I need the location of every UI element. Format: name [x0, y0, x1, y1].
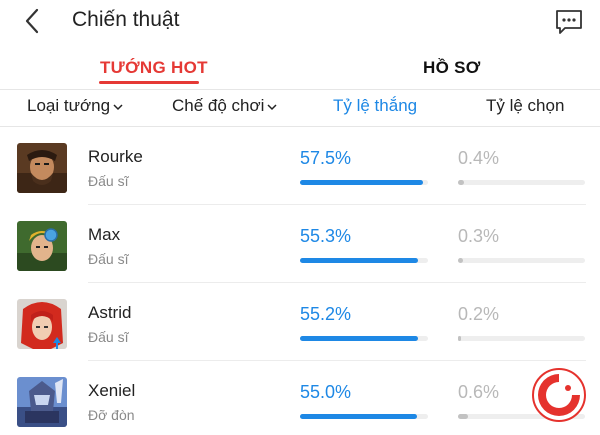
chevron-left-icon	[25, 8, 39, 34]
hero-type-filter[interactable]: Loại tướng	[27, 96, 123, 116]
game-mode-filter[interactable]: Chế độ chơi	[172, 96, 277, 116]
page-title: Chiến thuật	[72, 8, 180, 31]
hero-avatar-max	[17, 221, 67, 271]
hero-avatar-rourke	[17, 143, 67, 193]
pick-rate-value: 0.2%	[458, 304, 500, 324]
win-rate-bar-fill	[300, 258, 418, 263]
win-rate-value: 55.0%	[300, 382, 352, 402]
win-rate-bar-fill	[300, 180, 423, 185]
game-mode-filter-label: Chế độ chơi	[172, 96, 265, 115]
tab-profile[interactable]: HỒ SƠ	[423, 58, 481, 78]
win-rate-bar	[300, 336, 428, 341]
hero-avatar-astrid	[17, 299, 67, 349]
tab-hot-heroes[interactable]: TƯỚNG HOT	[100, 58, 208, 78]
chat-bubble-icon	[556, 10, 582, 34]
win-rate-value: 55.3%	[300, 226, 352, 246]
pick-rate-value: 0.3%	[458, 226, 500, 246]
pick-rate-bar	[458, 258, 585, 263]
hero-avatar-xeniel	[17, 377, 67, 427]
hero-role: Đỡ đòn	[88, 407, 135, 423]
hero-role: Đấu sĩ	[88, 329, 129, 345]
pick-rate-bar-fill	[458, 336, 462, 341]
pick-rate-value: 0.6%	[458, 382, 500, 402]
tab-bar: TƯỚNG HOT HỒ SƠ	[0, 56, 600, 86]
pick-rate-bar-fill	[458, 258, 463, 263]
active-tab-indicator	[99, 81, 199, 84]
win-rate-bar-fill	[300, 336, 418, 341]
hero-name: Max	[88, 225, 121, 244]
pick-rate-bar	[458, 336, 585, 341]
back-button[interactable]	[18, 6, 48, 36]
hero-role: Đấu sĩ	[88, 173, 129, 189]
top-bar: Chiến thuật	[0, 0, 600, 44]
hero-role: Đấu sĩ	[88, 251, 129, 267]
hero-row-max[interactable]: Max Đấu sĩ 55.3% 0.3%	[0, 205, 600, 283]
chevron-down-icon	[113, 103, 123, 110]
pick-rate-bar-fill	[458, 180, 465, 185]
win-rate-bar	[300, 414, 428, 419]
hero-name: Rourke	[88, 147, 143, 166]
filter-bar: Loại tướng Chế độ chơi Tỷ lệ thắng Tỷ lệ…	[0, 90, 600, 126]
hero-row-xeniel[interactable]: Xeniel Đỡ đòn 55.0% 0.6%	[0, 361, 600, 435]
hero-row-astrid[interactable]: Astrid Đấu sĩ 55.2% 0.2%	[0, 283, 600, 361]
sort-win-rate[interactable]: Tỷ lệ thắng	[333, 96, 417, 116]
hero-type-filter-label: Loại tướng	[27, 96, 111, 115]
win-rate-value: 55.2%	[300, 304, 352, 324]
chevron-down-icon	[267, 103, 277, 110]
win-rate-bar	[300, 180, 428, 185]
watermark-logo-icon	[532, 368, 586, 422]
pick-rate-value: 0.4%	[458, 148, 500, 168]
pick-rate-bar-fill	[458, 414, 468, 419]
hero-name: Astrid	[88, 303, 132, 322]
pick-rate-bar	[458, 180, 585, 185]
sort-pick-rate[interactable]: Tỷ lệ chọn	[486, 96, 564, 116]
chat-button[interactable]	[554, 8, 584, 36]
win-rate-bar	[300, 258, 428, 263]
hero-list: Rourke Đấu sĩ 57.5% 0.4% Max Đấu sĩ 55.3…	[0, 127, 600, 435]
hero-row-rourke[interactable]: Rourke Đấu sĩ 57.5% 0.4%	[0, 127, 600, 205]
win-rate-bar-fill	[300, 414, 418, 419]
hero-name: Xeniel	[88, 381, 136, 400]
win-rate-value: 57.5%	[300, 148, 352, 168]
